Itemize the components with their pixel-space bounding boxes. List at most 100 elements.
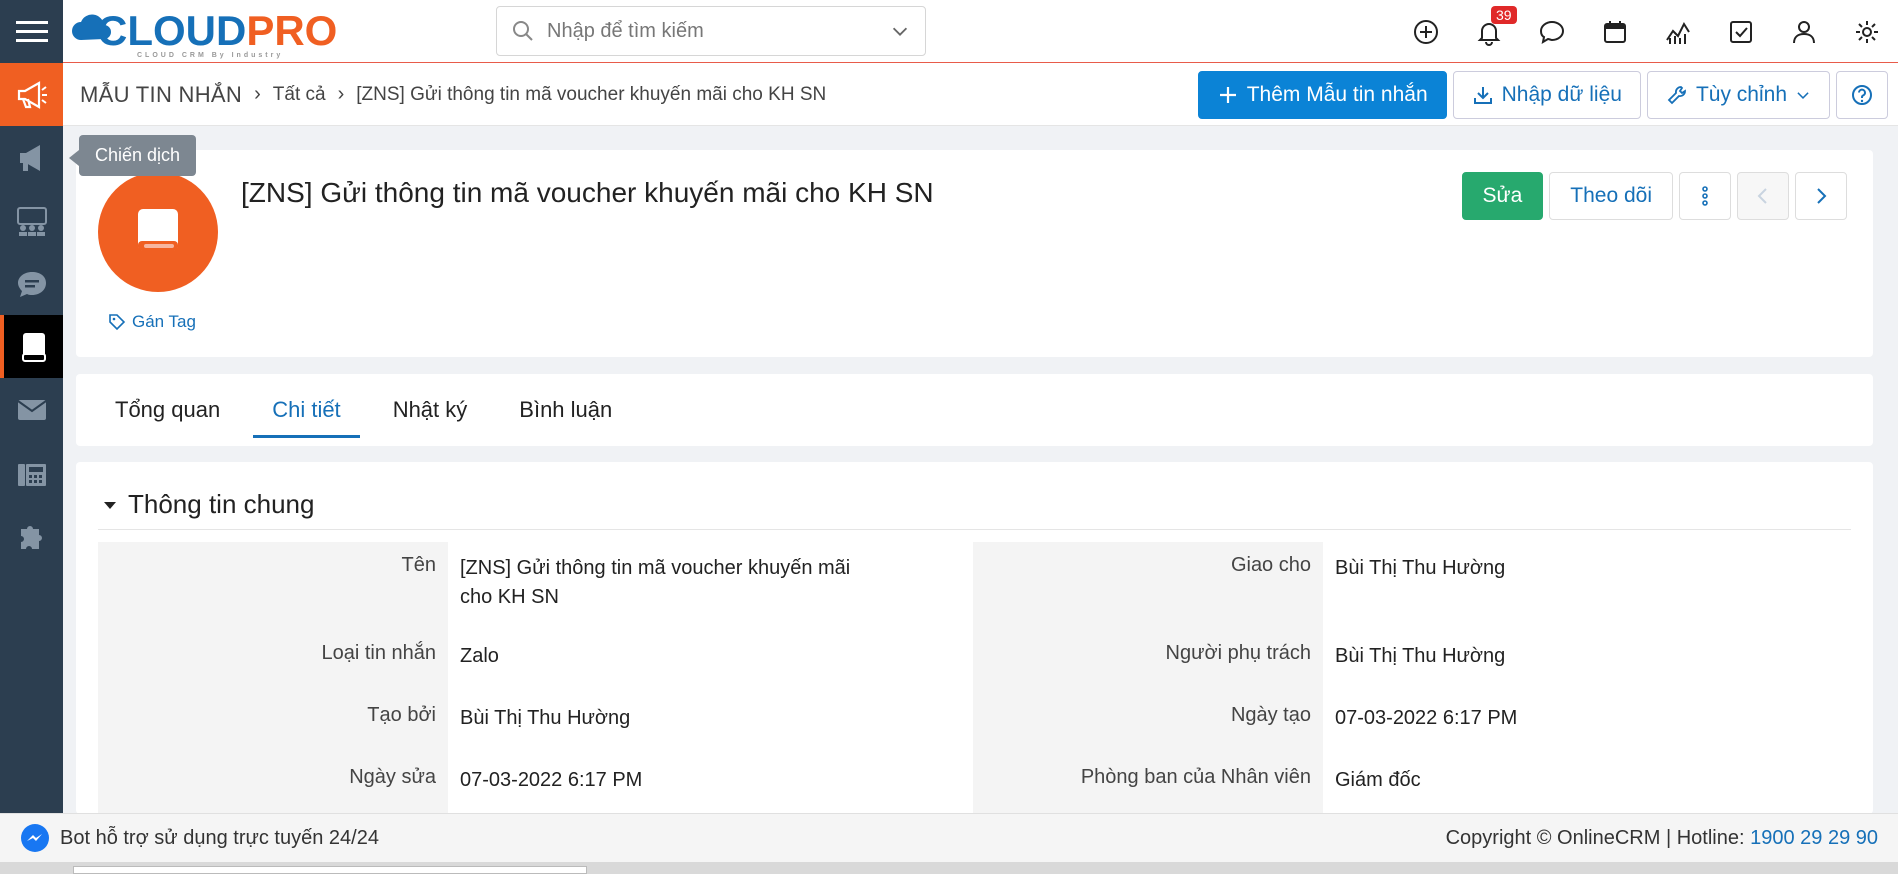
record-avatar [98,172,218,292]
logo-main: CLOUD [97,7,247,54]
hotline-link[interactable]: 1900 29 29 90 [1750,827,1878,849]
field-row: Ngày sửa 07-03-2022 6:17 PM [98,754,973,814]
fax-icon [17,463,46,486]
record-actions: Sửa Theo dõi [1461,172,1847,220]
sub-header: MẪU TIN NHẮN › Tất cả › [ZNS] Gửi thông … [63,63,1898,126]
tab-details[interactable]: Chi tiết [253,374,361,446]
tag-icon [109,314,126,331]
notifications-button[interactable]: 39 [1457,0,1520,63]
tasks-button[interactable] [1709,0,1772,63]
chevron-down-icon[interactable] [889,20,911,42]
menu-toggle[interactable] [0,0,63,63]
section-title: Thông tin chung [128,489,315,519]
field-label: Giao cho [973,542,1323,630]
top-header: CLOUDPRO CLOUD CRM By Industry 39 [63,0,1898,63]
taskbar-strip [0,862,1898,874]
field-row: Giao cho Bùi Thị Thu Hường [973,542,1848,630]
record-title: [ZNS] Gửi thông tin mã voucher khuyến mã… [241,177,934,208]
edit-button[interactable]: Sửa [1461,172,1544,220]
support-bot-link[interactable]: Bot hỗ trợ sử dụng trực tuyến 24/24 [20,823,379,853]
rail-item-extensions[interactable] [0,504,63,567]
chat-icon [17,271,46,297]
breadcrumb-filter[interactable]: Tất cả [273,84,326,106]
calendar-button[interactable] [1583,0,1646,63]
caret-down-icon [104,501,116,509]
field-row: Loại tin nhắn Zalo [98,630,973,692]
download-icon [1473,87,1492,104]
envelope-icon [16,399,47,420]
section-toggle[interactable]: Thông tin chung [98,480,1851,530]
field-value[interactable]: Bùi Thị Thu Hường [448,692,973,754]
support-bot-text: Bot hỗ trợ sử dụng trực tuyến 24/24 [60,826,379,849]
field-value[interactable]: Bùi Thị Thu Hường [1323,630,1848,692]
previous-record-button[interactable] [1737,172,1789,220]
chevron-right-icon [1817,188,1827,204]
calendar-icon [1603,20,1626,43]
logo-accent: PRO [246,7,338,54]
user-icon [1792,20,1815,43]
add-template-button[interactable]: Thêm Mẫu tin nhắn [1197,71,1447,119]
chart-line-icon [1665,21,1690,44]
breadcrumb: MẪU TIN NHẮN › Tất cả › [ZNS] Gửi thông … [80,63,826,126]
help-icon [1852,85,1872,105]
field-value[interactable]: Giám đốc [1323,754,1848,814]
follow-button[interactable]: Theo dõi [1549,172,1673,220]
rail-item-email[interactable] [0,378,63,441]
chevron-down-icon [1797,92,1809,99]
field-value[interactable]: Bùi Thị Thu Hường [1323,542,1848,630]
plus-icon [1219,87,1236,103]
customize-button[interactable]: Tùy chỉnh [1646,71,1830,119]
book-icon [21,332,46,362]
field-value[interactable]: 07-03-2022 6:17 PM [448,754,973,814]
import-label: Nhập dữ liệu [1501,83,1622,106]
field-value[interactable]: 07-03-2022 6:17 PM [1323,692,1848,754]
page-footer: Bot hỗ trợ sử dụng trực tuyến 24/24 Copy… [0,813,1898,862]
field-value[interactable]: Zalo [448,630,973,692]
notification-badge: 39 [1491,6,1517,24]
messages-button[interactable] [1520,0,1583,63]
breadcrumb-record: [ZNS] Gửi thông tin mã voucher khuyến mã… [356,83,827,105]
customize-label: Tùy chỉnh [1695,83,1787,106]
field-label: Người phụ trách [973,630,1323,692]
rail-item-call-center[interactable] [0,441,63,504]
page-actions: Thêm Mẫu tin nhắn Nhập dữ liệu Tùy chỉnh [1197,71,1888,119]
field-label: Phòng ban của Nhân viên [973,754,1323,814]
assign-tag-link[interactable]: Gán Tag [108,312,196,332]
tab-overview[interactable]: Tổng quan [96,374,239,446]
rail-item-message-templates[interactable] [0,315,63,378]
import-button[interactable]: Nhập dữ liệu [1452,71,1641,119]
field-label: Ngày tạo [973,692,1323,754]
header-toolbar: 39 [1394,0,1898,63]
global-search[interactable] [496,6,926,56]
quick-create-button[interactable] [1394,0,1457,63]
next-record-button[interactable] [1795,172,1847,220]
wrench-icon [1667,86,1686,105]
help-button[interactable] [1836,71,1888,119]
group-icon [16,206,47,236]
rail-item-marketing[interactable] [0,63,63,126]
chevron-right-icon: › [337,83,345,105]
search-icon [513,21,533,41]
more-vertical-icon [1702,186,1708,206]
megaphone-icon [19,144,40,171]
rail-item-audience[interactable] [0,189,63,252]
reports-button[interactable] [1646,0,1709,63]
more-actions-button[interactable] [1679,172,1731,220]
book-icon [138,209,178,251]
cloudpro-logo[interactable]: CLOUDPRO CLOUD CRM By Industry [71,4,338,59]
tab-history[interactable]: Nhật ký [374,374,487,446]
chat-bubble-icon [1539,20,1564,44]
add-template-label: Thêm Mẫu tin nhắn [1246,83,1428,106]
search-input[interactable] [547,19,889,43]
tab-comments[interactable]: Bình luận [500,374,631,446]
rail-item-campaign[interactable] [0,126,63,189]
assign-tag-label: Gán Tag [132,312,196,331]
settings-button[interactable] [1835,0,1898,63]
copyright: Copyright © OnlineCRM | Hotline: 1900 29… [1446,827,1878,850]
field-label: Tạo bởi [98,692,448,754]
profile-button[interactable] [1772,0,1835,63]
field-value[interactable]: [ZNS] Gửi thông tin mã voucher khuyến mã… [448,542,888,630]
field-row: Ngày tạo 07-03-2022 6:17 PM [973,692,1848,754]
breadcrumb-module[interactable]: MẪU TIN NHẮN [80,82,242,108]
rail-item-chat[interactable] [0,252,63,315]
